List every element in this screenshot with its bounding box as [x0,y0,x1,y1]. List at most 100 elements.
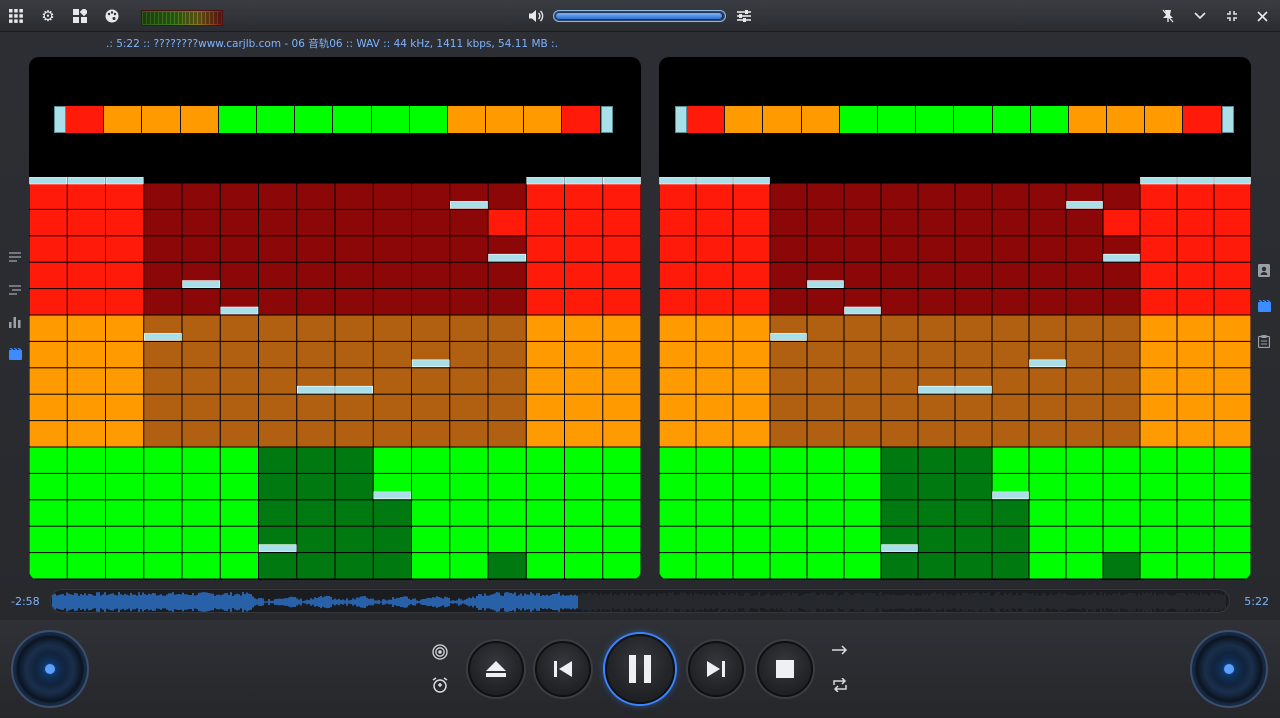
spectrum-cell [1177,183,1214,209]
spectrum-cell [144,236,182,262]
apps-grid-icon[interactable] [6,6,26,26]
spectrum-cell [29,236,67,262]
spectrum-cell [450,553,488,579]
previous-icon [554,661,572,677]
spectrum-cell [297,553,335,579]
contact-icon[interactable] [1256,262,1272,278]
equalizer-icon[interactable] [734,6,754,26]
spectrum-cell [807,368,844,394]
stop-button[interactable] [757,641,813,697]
spectrum-cell [1066,553,1103,579]
play-pause-button[interactable] [605,634,675,704]
peak-marker [696,177,733,185]
spectrum-cell [412,368,450,394]
alarm-icon[interactable] [431,676,449,694]
spectrum-cell [881,394,918,421]
spectrum-cell [659,289,696,315]
gear-icon[interactable]: ⚙ [38,6,58,26]
previous-button[interactable] [535,641,591,697]
spectrum-cell [659,315,696,341]
spectrum-cell [696,183,733,209]
spectrum-cell [844,236,881,262]
spectrum-cell [659,209,696,236]
next-button[interactable] [688,641,744,697]
spectrum-cell [1029,421,1066,447]
peak-marker [526,177,565,185]
broadcast-icon[interactable] [431,643,449,661]
spectrum-cell [844,500,881,526]
waveform-seekbar[interactable] [50,589,1230,613]
peak-marker [143,333,182,341]
spectrum-cell [259,447,297,473]
spectrum-cell [565,447,603,473]
spectrum-cell [565,394,603,421]
spectrum-cell [918,500,955,526]
spectrum-cell [1140,473,1177,500]
playlist-icon[interactable] [7,249,23,265]
spectrum-cell [770,289,807,315]
volume-icon[interactable] [526,6,546,26]
spectrum-cell [335,262,373,289]
spectrum-cell [1029,289,1066,315]
spectrum-cell [844,315,881,341]
spectrum-cell [182,368,220,394]
clipboard-icon[interactable] [1256,333,1272,349]
palette-icon[interactable] [102,6,122,26]
spectrum-cell [1177,447,1214,473]
spectrum-cell [603,553,641,579]
spectrum-cell [182,553,220,579]
spectrum-cell [450,262,488,289]
spectrum-cell [106,421,144,447]
minimize-icon[interactable] [1222,6,1242,26]
peak-marker [1029,359,1066,368]
spectrum-cell [297,500,335,526]
spectrum-cell [1103,526,1140,553]
spectrum-cell [565,315,603,341]
peak-bar-segment [1145,106,1184,133]
spectrum-cell [603,236,641,262]
spectrum-cell [488,553,526,579]
spectrum-cell [335,421,373,447]
spectrum-cell [412,421,450,447]
chevron-down-icon[interactable] [1190,6,1210,26]
spectrum-cell [373,394,411,421]
spectrum-cell [1214,209,1251,236]
spectrum-cell [565,236,603,262]
video-icon[interactable] [1256,298,1272,314]
peak-bar-segment [256,106,296,133]
spectrum-cell [770,421,807,447]
spectrum-cell [696,341,733,368]
video-icon[interactable] [7,346,23,362]
queue-icon[interactable] [7,282,23,298]
spectrum-cell [918,553,955,579]
spectrum-cell [297,262,335,289]
spectrum-cell [526,421,564,447]
close-icon[interactable] [1252,6,1272,26]
spectrum-cell [733,500,770,526]
spectrum-cell [373,236,411,262]
spectrum-cell [1140,209,1177,236]
peak-marker [881,544,918,552]
peak-marker [1177,177,1214,185]
bar-chart-icon[interactable] [7,314,23,330]
pin-icon[interactable] [1158,6,1178,26]
spectrum-cell [259,341,297,368]
peak-marker [770,333,807,341]
dashboard-icon[interactable] [70,6,90,26]
spectrum-cell [67,447,105,473]
spectrum-cell [955,289,992,315]
spectrum-cell [182,183,220,209]
spectrum-cell [335,341,373,368]
volume-slider[interactable] [553,10,726,22]
control-bar [0,620,1280,718]
spectrum-cell [696,315,733,341]
repeat-icon[interactable] [831,676,849,694]
arrow-right-icon[interactable] [831,641,849,659]
spectrum-cell [1103,262,1140,289]
spectrum-cell [955,500,992,526]
spectrum-cell [565,553,603,579]
stop-icon [776,660,794,678]
peak-marker [296,385,335,394]
spectrum-cell [844,262,881,289]
eject-button[interactable] [468,641,524,697]
